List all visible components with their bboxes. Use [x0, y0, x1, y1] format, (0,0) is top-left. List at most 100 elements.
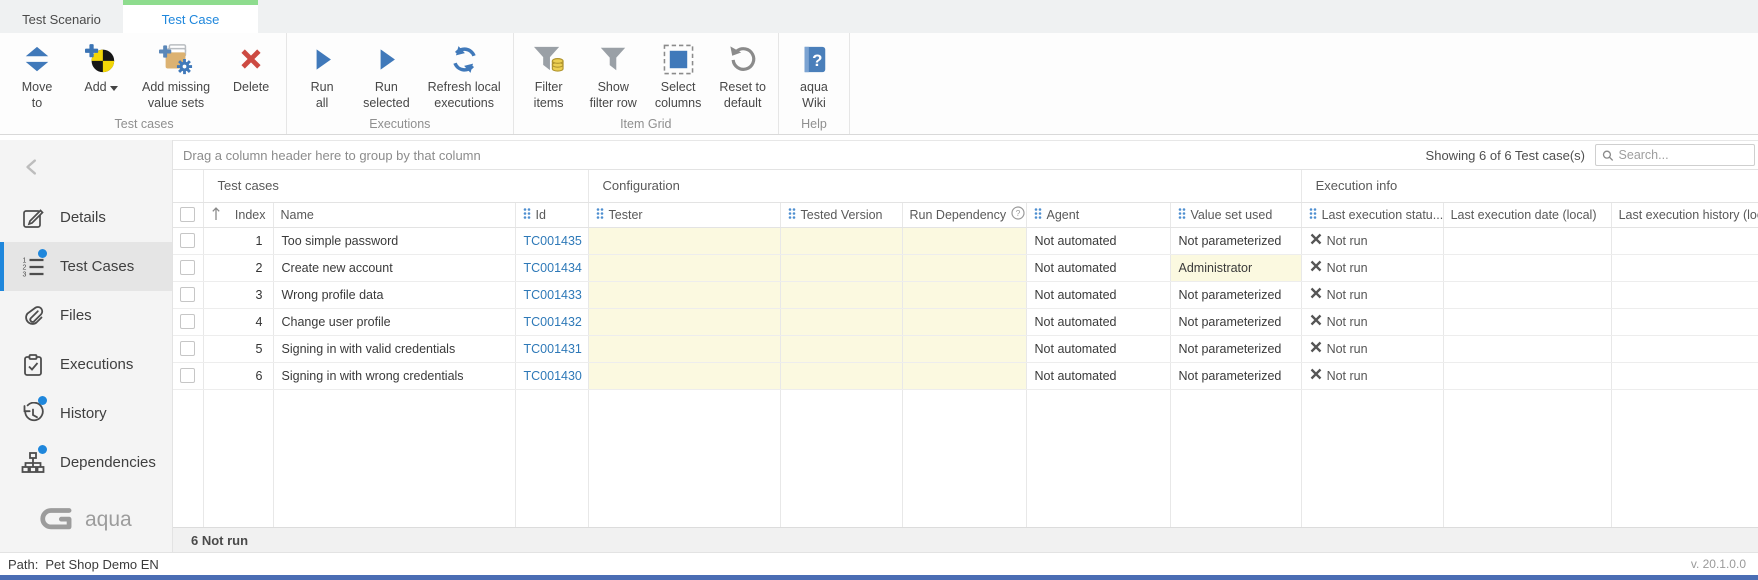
column-header-id[interactable]: Id	[515, 202, 588, 227]
add-missing-value-sets-icon	[158, 40, 194, 78]
name-cell: Change user profile	[273, 308, 515, 335]
testcase-id-link[interactable]: TC001431	[524, 342, 582, 356]
sidebar-item-executions[interactable]: Executions	[0, 340, 172, 389]
add-missing-value-sets-button[interactable]: Add missing value sets	[142, 40, 210, 111]
name-cell: Too simple password	[273, 227, 515, 254]
sidebar-item-dependencies[interactable]: Dependencies	[0, 438, 172, 487]
column-header-index[interactable]: Index	[203, 202, 273, 227]
group-header-spacer	[173, 170, 203, 202]
filter-items-button[interactable]: Filter items	[526, 40, 572, 111]
column-header-last-history[interactable]: Last execution history (local)	[1611, 202, 1758, 227]
row-checkbox[interactable]	[180, 233, 195, 248]
refresh-local-executions-button[interactable]: Refresh local executions	[428, 40, 501, 111]
sidebar-item-files[interactable]: Files	[0, 291, 172, 340]
tested-version-cell[interactable]	[780, 227, 902, 254]
table-row[interactable]: 3Wrong profile dataTC001433Not automated…	[173, 281, 1758, 308]
table-row[interactable]: 4Change user profileTC001432Not automate…	[173, 308, 1758, 335]
tester-cell[interactable]	[588, 362, 780, 389]
testcase-id-link[interactable]: TC001432	[524, 315, 582, 329]
tested-version-cell[interactable]	[780, 308, 902, 335]
button-label: Run all	[311, 80, 334, 111]
tester-cell[interactable]	[588, 281, 780, 308]
run-all-button[interactable]: Run all	[299, 40, 345, 111]
empty-cell	[515, 389, 588, 527]
sidebar-item-history[interactable]: History	[0, 389, 172, 438]
value-set-cell[interactable]: Administrator	[1170, 254, 1301, 281]
column-header-last-status[interactable]: Last execution statu...	[1301, 202, 1443, 227]
button-label: Filter items	[534, 80, 564, 111]
testcase-id-link[interactable]: TC001430	[524, 369, 582, 383]
tested-version-cell[interactable]	[780, 254, 902, 281]
column-header-last-date[interactable]: Last execution date (local)	[1443, 202, 1611, 227]
tab-test-case[interactable]: Test Case	[123, 0, 258, 33]
column-header-agent[interactable]: Agent	[1026, 202, 1170, 227]
testcase-id-link[interactable]: TC001433	[524, 288, 582, 302]
column-header-label: Tested Version	[801, 208, 883, 222]
table-row[interactable]: 6Signing in with wrong credentialsTC0014…	[173, 362, 1758, 389]
last-execution-history-cell	[1611, 227, 1758, 254]
run-dependency-cell[interactable]	[902, 281, 1026, 308]
move-to-button[interactable]: Move to	[14, 40, 60, 111]
group-by-drop-zone[interactable]: Drag a column header here to group by th…	[173, 148, 1426, 163]
row-checkbox[interactable]	[180, 287, 195, 302]
aqua-app-window: Test Scenario Test Case Move to Add Add mi…	[0, 0, 1758, 580]
run-dependency-cell[interactable]	[902, 335, 1026, 362]
column-header-tested-version[interactable]: Tested Version	[780, 202, 902, 227]
table-row[interactable]: 1Too simple passwordTC001435Not automate…	[173, 227, 1758, 254]
tester-cell[interactable]	[588, 335, 780, 362]
row-checkbox[interactable]	[180, 314, 195, 329]
tested-version-cell[interactable]	[780, 335, 902, 362]
sidebar-item-test-cases[interactable]: 123Test Cases	[0, 242, 172, 291]
run-dependency-cell[interactable]	[902, 308, 1026, 335]
tested-version-cell[interactable]	[780, 281, 902, 308]
row-checkbox[interactable]	[180, 341, 195, 356]
button-label: Reset to default	[719, 80, 766, 111]
tester-cell[interactable]	[588, 254, 780, 281]
svg-text:?: ?	[812, 51, 822, 70]
run-dependency-cell[interactable]	[902, 254, 1026, 281]
filter-icon	[598, 40, 628, 78]
select-columns-button[interactable]: Select columns	[655, 40, 702, 111]
tested-version-cell[interactable]	[780, 362, 902, 389]
row-checkbox[interactable]	[180, 260, 195, 275]
last-execution-status-cell: Not run	[1301, 362, 1443, 389]
run-selected-button[interactable]: Run selected	[363, 40, 410, 111]
testcase-id-link[interactable]: TC001434	[524, 261, 582, 275]
tester-cell[interactable]	[588, 227, 780, 254]
table-row[interactable]: 5Signing in with valid credentialsTC0014…	[173, 335, 1758, 362]
id-cell: TC001432	[515, 308, 588, 335]
help-icon[interactable]: ?	[1011, 206, 1025, 223]
select-all-checkbox[interactable]	[180, 207, 195, 222]
path-label: Path:	[8, 557, 38, 572]
executions-icon	[21, 353, 45, 377]
add-button[interactable]: Add	[78, 40, 124, 96]
column-filter-dots-icon	[1034, 207, 1042, 223]
row-checkbox[interactable]	[180, 368, 195, 383]
testcase-id-link[interactable]: TC001435	[524, 234, 582, 248]
column-header-name[interactable]: Name	[273, 202, 515, 227]
run-dependency-cell[interactable]	[902, 362, 1026, 389]
show-filter-row-button[interactable]: Show filter row	[590, 40, 637, 111]
aqua-wiki-button[interactable]: ?aqua Wiki	[791, 40, 837, 111]
last-execution-history-cell	[1611, 335, 1758, 362]
button-label: Delete	[233, 80, 269, 96]
tab-test-scenario[interactable]: Test Scenario	[0, 0, 123, 33]
run-dependency-cell[interactable]	[902, 227, 1026, 254]
tester-cell[interactable]	[588, 308, 780, 335]
column-header-tester[interactable]: Tester	[588, 202, 780, 227]
search-input[interactable]	[1619, 148, 1748, 162]
column-group-configuration: Configuration	[588, 170, 1301, 202]
sidebar-item-details[interactable]: Details	[0, 193, 172, 242]
test-cases-icon: 123	[21, 255, 45, 279]
notification-badge	[38, 445, 47, 454]
agent-cell: Not automated	[1026, 362, 1170, 389]
table-row[interactable]: 2Create new accountTC001434Not automated…	[173, 254, 1758, 281]
column-header-value-set[interactable]: Value set used	[1170, 202, 1301, 227]
column-filter-dots-icon	[596, 207, 604, 223]
last-execution-date-cell	[1443, 362, 1611, 389]
sidebar-collapse-button[interactable]	[0, 140, 172, 193]
reset-to-default-button[interactable]: Reset to default	[719, 40, 766, 111]
column-header-run-dependency[interactable]: Run Dependency?	[902, 202, 1026, 227]
delete-button[interactable]: Delete	[228, 40, 274, 96]
empty-cell	[1443, 389, 1611, 527]
